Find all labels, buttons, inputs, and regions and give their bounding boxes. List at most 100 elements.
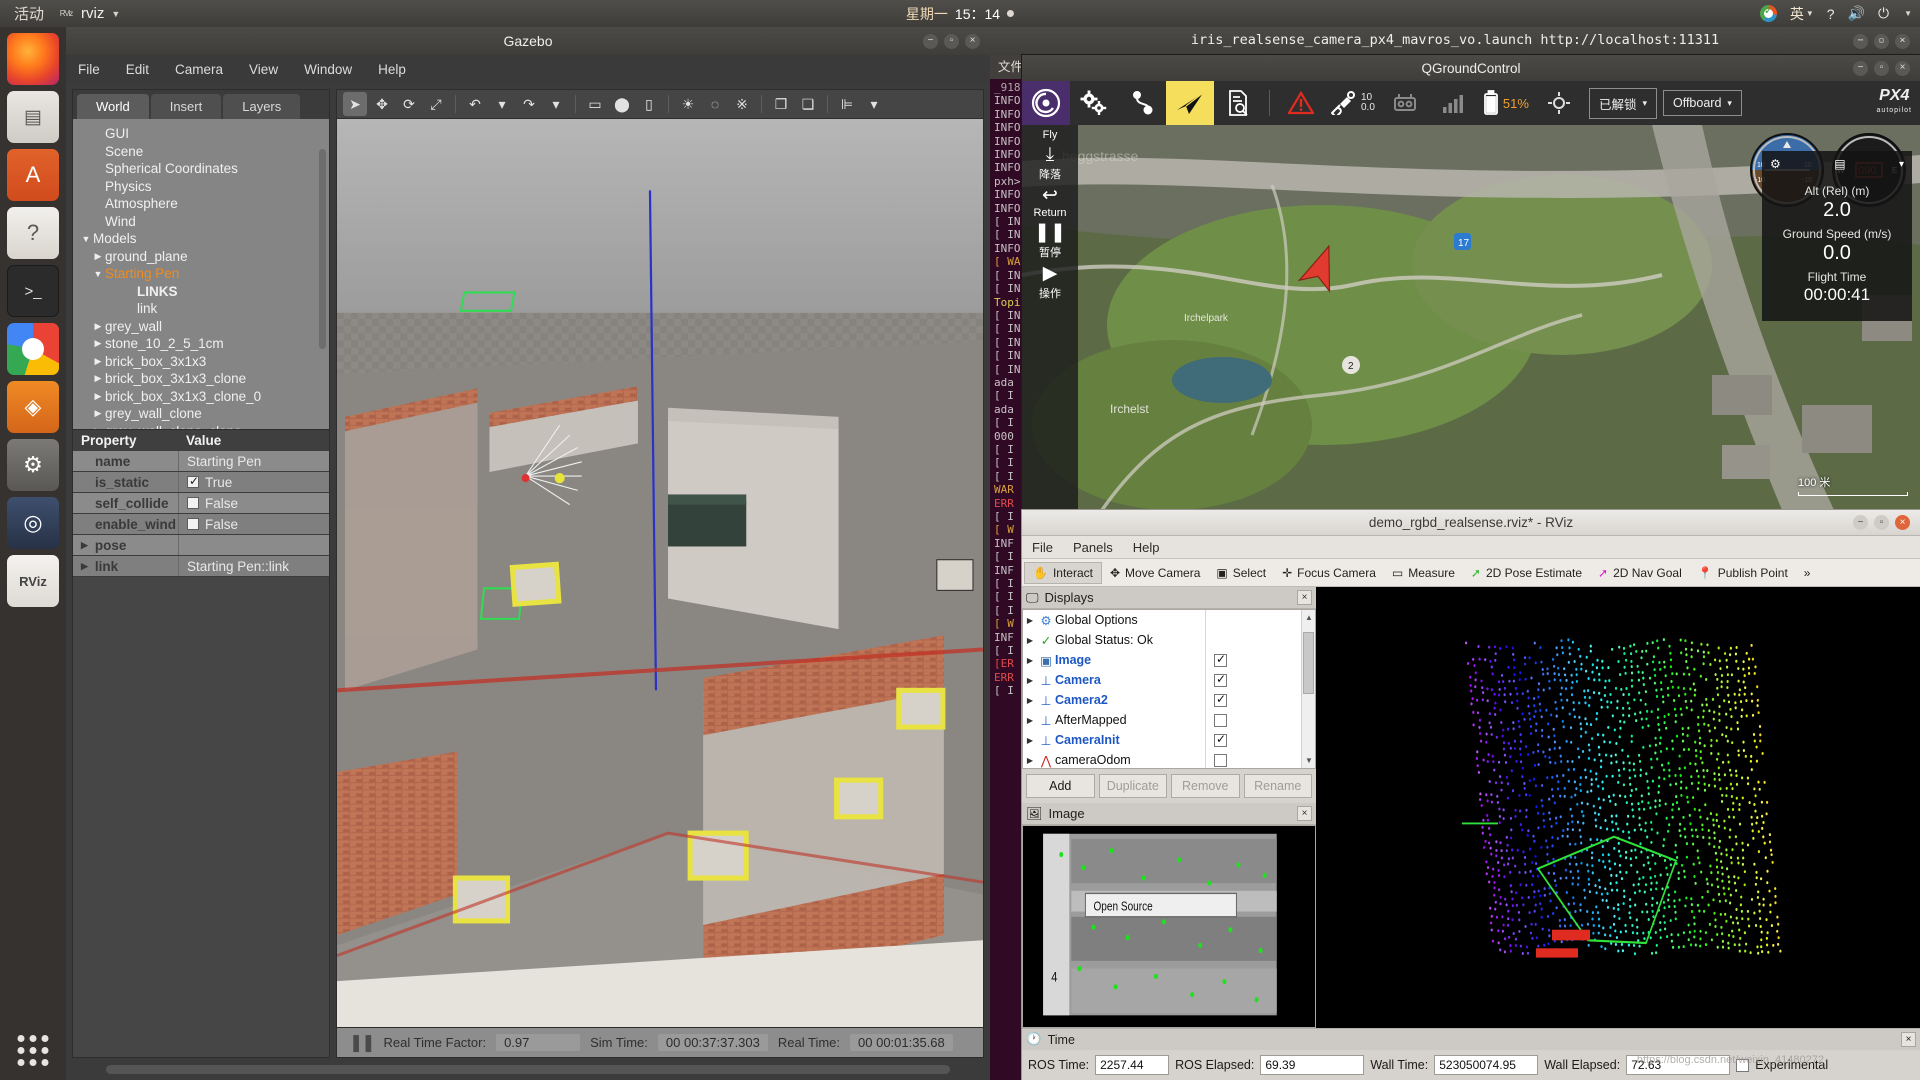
undo-icon[interactable]: ↶ xyxy=(463,92,487,116)
chevron-down-icon[interactable]: ▼ xyxy=(91,269,105,279)
minimize-button[interactable]: − xyxy=(1853,34,1868,49)
chevron-right-icon[interactable]: ▶ xyxy=(81,540,88,551)
rotate-tool-icon[interactable]: ⟳ xyxy=(397,92,421,116)
chevron-right-icon[interactable]: ▶ xyxy=(1023,656,1037,665)
snap-icon[interactable]: ▾ xyxy=(862,92,886,116)
return-button[interactable]: ↩ Return xyxy=(1033,185,1066,219)
chevron-right-icon[interactable]: ▶ xyxy=(81,561,88,572)
camera-image-view[interactable]: Open Source 4 xyxy=(1022,825,1316,1028)
scale-tool-icon[interactable]: ⤢ xyxy=(424,92,448,116)
armed-state-button[interactable]: 已解锁 ▾ xyxy=(1589,88,1657,119)
paste-icon[interactable]: ❏ xyxy=(796,92,820,116)
chevron-right-icon[interactable]: ▶ xyxy=(91,338,105,349)
gps-crosshair-icon[interactable] xyxy=(1535,81,1583,125)
power-icon[interactable]: ⏻ xyxy=(1878,5,1889,22)
battery-status[interactable]: 51% xyxy=(1477,90,1535,116)
tree-node[interactable]: ▶brick_box_3x1x3 xyxy=(73,353,329,371)
remove-button[interactable]: Remove xyxy=(1171,774,1240,798)
tree-node[interactable]: Wind xyxy=(73,213,329,231)
tree-node[interactable]: Scene xyxy=(73,143,329,161)
translate-tool-icon[interactable]: ✥ xyxy=(370,92,394,116)
menu-help[interactable]: Help xyxy=(1133,540,1160,555)
display-enabled-checkbox[interactable] xyxy=(1214,674,1227,687)
chevron-right-icon[interactable]: ▶ xyxy=(1023,716,1037,725)
tree-node[interactable]: ▶ground_plane xyxy=(73,248,329,266)
property-row[interactable]: is_staticTrue xyxy=(73,472,329,493)
active-app-name[interactable]: rviz xyxy=(81,5,104,22)
display-enabled-checkbox[interactable] xyxy=(1214,654,1227,667)
document-search-icon[interactable] xyxy=(1214,81,1262,125)
tree-scrollbar[interactable] xyxy=(319,149,326,349)
rviz-3d-viewport[interactable] xyxy=(1316,587,1920,1028)
tree-node[interactable]: ▼Starting Pen xyxy=(73,265,329,283)
pause-button[interactable]: ❚❚ xyxy=(349,1033,374,1053)
ubuntu-updates-icon[interactable] xyxy=(1760,5,1777,22)
minimize-button[interactable]: − xyxy=(1853,515,1868,530)
chevron-right-icon[interactable]: ▶ xyxy=(91,391,105,402)
display-item[interactable]: ▶⊥CameraInit xyxy=(1023,730,1315,750)
launcher-item-tools[interactable]: ⚙ xyxy=(7,439,59,491)
tree-node[interactable]: ▶brick_box_3x1x3_clone xyxy=(73,370,329,388)
point-light-icon[interactable]: ☀ xyxy=(676,92,700,116)
signal-bars-icon[interactable] xyxy=(1429,81,1477,125)
chevron-right-icon[interactable]: ▶ xyxy=(1023,756,1037,765)
ros-time-value[interactable]: 2257.44 xyxy=(1095,1055,1169,1075)
maximize-button[interactable]: ▫ xyxy=(1874,34,1889,49)
property-row[interactable]: ▶linkStarting Pen::link xyxy=(73,556,329,577)
launcher-item-software-center[interactable]: A xyxy=(7,149,59,201)
tree-node[interactable]: Atmosphere xyxy=(73,195,329,213)
chevron-right-icon[interactable]: ▶ xyxy=(91,356,105,367)
tree-node[interactable]: ▶grey_wall_clone xyxy=(73,405,329,423)
gps-status[interactable]: 10 0.0 xyxy=(1325,91,1381,115)
property-checkbox[interactable] xyxy=(187,476,199,488)
rviz-tool--[interactable]: » xyxy=(1796,563,1819,583)
undo-dropdown-icon[interactable]: ▾ xyxy=(490,92,514,116)
rviz-tool-focus-camera[interactable]: ✛Focus Camera xyxy=(1274,563,1384,583)
display-item[interactable]: ▶⊥Camera2 xyxy=(1023,690,1315,710)
help-icon[interactable]: ? xyxy=(1827,6,1835,22)
gazebo-3d-viewport[interactable] xyxy=(336,119,984,1028)
pause-button[interactable]: ❚❚ 暂停 xyxy=(1034,222,1066,260)
display-item[interactable]: ▶⚙Global Options xyxy=(1023,610,1315,630)
menu-help[interactable]: Help xyxy=(378,62,406,77)
chevron-right-icon[interactable]: ▶ xyxy=(1023,636,1037,645)
scroll-up-icon[interactable]: ▲ xyxy=(1305,613,1313,622)
launcher-item-robot-app[interactable]: ◎ xyxy=(7,497,59,549)
rviz-tool-move-camera[interactable]: ✥Move Camera xyxy=(1102,563,1208,583)
close-icon[interactable]: × xyxy=(1297,590,1312,605)
tree-node[interactable]: GUI xyxy=(73,125,329,143)
property-row[interactable]: enable_windFalse xyxy=(73,514,329,535)
paper-plane-icon[interactable] xyxy=(1166,81,1214,125)
display-item[interactable]: ▶✓Global Status: Ok xyxy=(1023,630,1315,650)
redo-dropdown-icon[interactable]: ▾ xyxy=(544,92,568,116)
rviz-tool-measure[interactable]: ▭Measure xyxy=(1384,563,1463,583)
display-enabled-checkbox[interactable] xyxy=(1214,714,1227,727)
chevron-right-icon[interactable]: ▶ xyxy=(1023,696,1037,705)
tree-node[interactable]: ▶stone_10_2_5_1cm xyxy=(73,335,329,353)
close-button[interactable]: × xyxy=(965,34,980,49)
display-item[interactable]: ▶⋀cameraOdom xyxy=(1023,750,1315,769)
activities-button[interactable]: 活动 xyxy=(0,3,56,24)
panel-clock[interactable]: 星期一 15：14 xyxy=(906,4,1014,24)
menu-panels[interactable]: Panels xyxy=(1073,540,1113,555)
launcher-item-help[interactable]: ? xyxy=(7,207,59,259)
directional-light-icon[interactable]: ※ xyxy=(730,92,754,116)
horizontal-scrollbar[interactable] xyxy=(106,1065,950,1074)
chevron-right-icon[interactable]: ▶ xyxy=(91,426,105,429)
redo-icon[interactable]: ↷ xyxy=(517,92,541,116)
property-row[interactable]: self_collideFalse xyxy=(73,493,329,514)
launcher-item-terminal[interactable]: >_ xyxy=(7,265,59,317)
insert-box-icon[interactable]: ▭ xyxy=(583,92,607,116)
chevron-right-icon[interactable]: ▶ xyxy=(91,373,105,384)
tree-node[interactable]: Spherical Coordinates xyxy=(73,160,329,178)
experimental-checkbox[interactable] xyxy=(1736,1059,1749,1072)
launcher-item-rviz[interactable]: RViz xyxy=(7,555,59,607)
display-enabled-checkbox[interactable] xyxy=(1214,694,1227,707)
property-row[interactable]: nameStarting Pen xyxy=(73,451,329,472)
maximize-button[interactable]: ▫ xyxy=(944,34,959,49)
wall-time-value[interactable]: 523050074.95 xyxy=(1434,1055,1538,1075)
action-button[interactable]: ▶ 操作 xyxy=(1039,263,1061,301)
waypoints-icon[interactable] xyxy=(1118,81,1166,125)
qgc-logo-icon[interactable] xyxy=(1022,81,1070,125)
tree-node[interactable]: link xyxy=(73,300,329,318)
